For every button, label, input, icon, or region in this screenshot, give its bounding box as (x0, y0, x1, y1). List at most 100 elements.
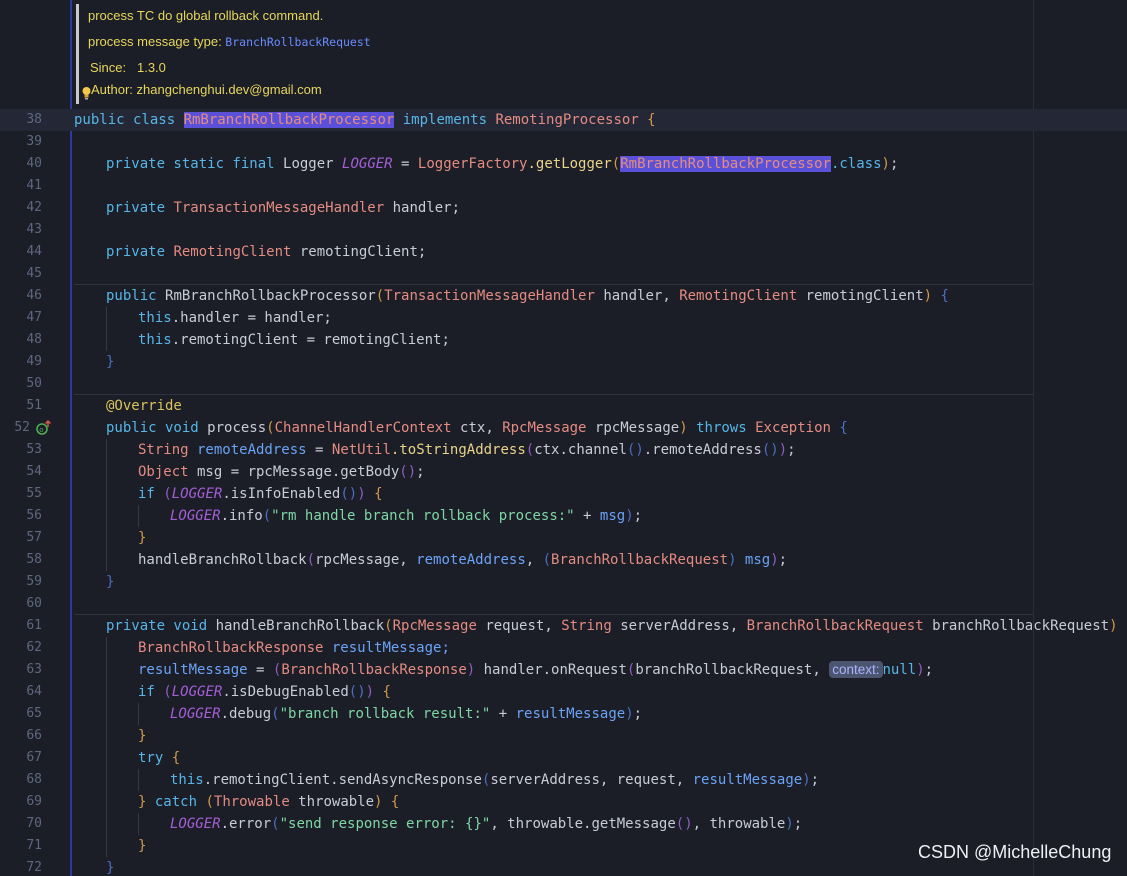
line-number: 56 (26, 508, 42, 523)
indent-guide (106, 791, 107, 813)
code-text: } catch (Throwable throwable) { (138, 794, 400, 810)
javadoc-since-value: 1.3.0 (136, 60, 166, 75)
code-line[interactable]: 44 private RemotingClient remotingClient… (0, 241, 1127, 263)
code-line[interactable]: 39 (0, 131, 1127, 153)
code-text: private static final Logger LOGGER = Log… (106, 156, 899, 172)
code-text: handleBranchRollback(rpcMessage, remoteA… (138, 552, 788, 568)
line-number: 62 (26, 640, 42, 655)
code-text: private void handleBranchRollback(RpcMes… (106, 618, 1127, 634)
indent-guide (138, 505, 139, 527)
code-line[interactable]: 59 } (0, 571, 1127, 593)
code-line[interactable]: 45 (0, 263, 1127, 285)
code-text: } (138, 838, 147, 854)
code-line[interactable]: 66 } (0, 725, 1127, 747)
code-text: } (138, 728, 147, 744)
line-number: 69 (26, 794, 42, 809)
indent-guide (106, 769, 107, 791)
indent-guide (106, 703, 107, 725)
javadoc-summary: process TC do global rollback command. (88, 8, 324, 23)
code-line[interactable]: 50 (0, 373, 1127, 395)
code-text: LOGGER.error("send response error: {}", … (170, 816, 803, 832)
line-number: 67 (26, 750, 42, 765)
code-line[interactable]: 47 this.handler = handler; (0, 307, 1127, 329)
code-line[interactable]: 40 private static final Logger LOGGER = … (0, 153, 1127, 175)
indent-guide (106, 659, 107, 681)
line-number: 50 (26, 376, 42, 391)
line-number: 53 (26, 442, 42, 457)
line-number: 54 (26, 464, 42, 479)
code-line[interactable]: 62 BranchRollbackResponse resultMessage; (0, 637, 1127, 659)
code-line[interactable]: 63 resultMessage = (BranchRollbackRespon… (0, 659, 1127, 681)
indent-guide (106, 307, 107, 329)
line-number: 47 (26, 310, 42, 325)
line-number: 44 (26, 244, 42, 259)
code-line[interactable]: 53 String remoteAddress = NetUtil.toStri… (0, 439, 1127, 461)
code-line[interactable]: 49 } (0, 351, 1127, 373)
line-number: 39 (26, 134, 42, 149)
lightbulb-icon[interactable] (81, 86, 92, 100)
code-line[interactable]: 58 handleBranchRollback(rpcMessage, remo… (0, 549, 1127, 571)
javadoc-author-value: zhangchenghui.dev@gmail.com (136, 82, 322, 97)
indent-guide (106, 813, 107, 835)
code-line[interactable]: 69 } catch (Throwable throwable) { (0, 791, 1127, 813)
code-line[interactable]: 48 this.remotingClient = remotingClient; (0, 329, 1127, 351)
code-text: public class RmBranchRollbackProcessor i… (74, 112, 656, 128)
code-line[interactable]: 64 if (LOGGER.isDebugEnabled()) { (0, 681, 1127, 703)
code-text: } (106, 860, 115, 876)
code-line[interactable]: 41 (0, 175, 1127, 197)
override-method-icon[interactable]: o (36, 420, 52, 436)
code-line[interactable]: 43 (0, 219, 1127, 241)
line-number: 40 (26, 156, 42, 171)
line-number: 51 (26, 398, 42, 413)
code-line[interactable]: 67 try { (0, 747, 1127, 769)
code-line[interactable]: 70 LOGGER.error("send response error: {}… (0, 813, 1127, 835)
code-line[interactable]: 68 this.remotingClient.sendAsyncResponse… (0, 769, 1127, 791)
indent-guide (138, 769, 139, 791)
code-text: BranchRollbackResponse resultMessage; (138, 640, 450, 656)
code-line[interactable]: 52 o public void process(ChannelHandlerC… (0, 417, 1127, 439)
code-text: LOGGER.debug("branch rollback result:" +… (170, 706, 643, 722)
code-line[interactable]: 54 Object msg = rpcMessage.getBody(); (0, 461, 1127, 483)
line-number: 52 (14, 420, 30, 435)
code-text: private TransactionMessageHandler handle… (106, 200, 461, 216)
code-line[interactable]: 65 LOGGER.debug("branch rollback result:… (0, 703, 1127, 725)
code-line[interactable]: 38 public class RmBranchRollbackProcesso… (0, 109, 1127, 131)
indent-guide (106, 461, 107, 483)
code-text: resultMessage = (BranchRollbackResponse)… (138, 661, 934, 678)
line-number: 45 (26, 266, 42, 281)
code-line[interactable]: 57 } (0, 527, 1127, 549)
code-line[interactable]: 60 (0, 593, 1127, 615)
line-number: 71 (26, 838, 42, 853)
line-number: 42 (26, 200, 42, 215)
javadoc-bar (76, 4, 79, 104)
indent-guide (106, 439, 107, 461)
code-text: private RemotingClient remotingClient; (106, 244, 427, 260)
code-line[interactable]: 55 if (LOGGER.isInfoEnabled()) { (0, 483, 1127, 505)
indent-guide (138, 703, 139, 725)
line-number: 57 (26, 530, 42, 545)
indent-guide (106, 549, 107, 571)
line-number: 64 (26, 684, 42, 699)
code-text: String remoteAddress = NetUtil.toStringA… (138, 442, 796, 458)
line-number: 65 (26, 706, 42, 721)
highlighted-symbol: RmBranchRollbackProcessor (183, 112, 395, 128)
line-number: 60 (26, 596, 42, 611)
code-line[interactable]: 51 @Override (0, 395, 1127, 417)
code-text: } (106, 574, 115, 590)
code-text: } (138, 530, 147, 546)
code-text: this.remotingClient = remotingClient; (138, 332, 450, 348)
javadoc-message-type: process message type: BranchRollbackRequ… (88, 34, 371, 49)
line-number: 61 (26, 618, 42, 633)
indent-guide (106, 725, 107, 747)
code-text: this.remotingClient.sendAsyncResponse(se… (170, 772, 820, 788)
javadoc-since-label: Since: (90, 60, 127, 75)
code-line[interactable]: 42 private TransactionMessageHandler han… (0, 197, 1127, 219)
code-editor[interactable]: process TC do global rollback command. p… (0, 0, 1127, 876)
code-line[interactable]: 46 public RmBranchRollbackProcessor(Tran… (0, 285, 1127, 307)
code-line[interactable]: 56 LOGGER.info("rm handle branch rollbac… (0, 505, 1127, 527)
code-line[interactable]: 61 private void handleBranchRollback(Rpc… (0, 615, 1127, 637)
javadoc-message-type-label: process message type: (88, 34, 226, 49)
line-number: 72 (26, 860, 42, 875)
javadoc-message-type-link[interactable]: BranchRollbackRequest (225, 35, 370, 49)
line-number: 48 (26, 332, 42, 347)
